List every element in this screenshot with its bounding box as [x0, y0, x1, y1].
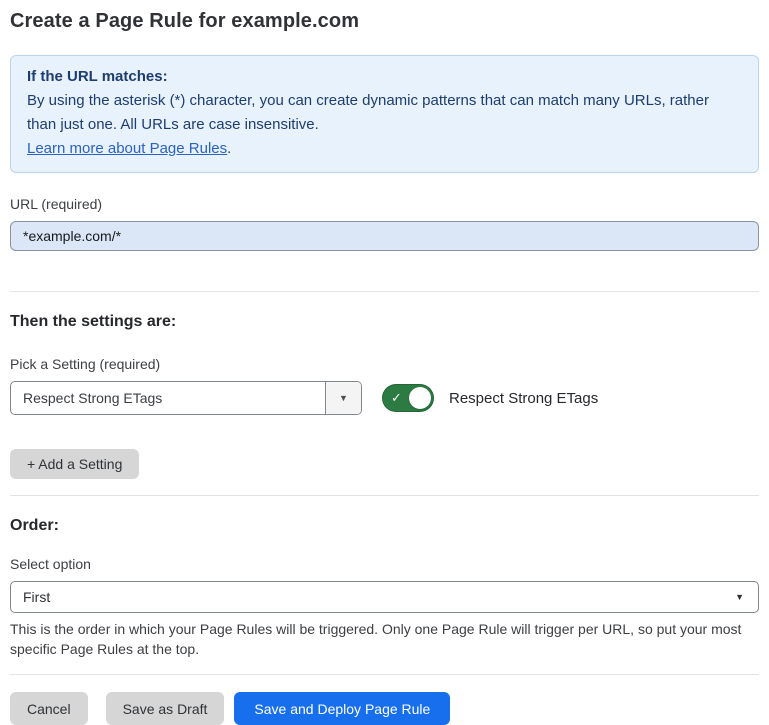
info-box-link-line: Learn more about Page Rules. [27, 137, 742, 161]
add-setting-button[interactable]: + Add a Setting [10, 449, 139, 479]
toggle-knob [409, 387, 431, 409]
learn-more-link[interactable]: Learn more about Page Rules [27, 140, 227, 157]
dropdown-arrow-icon[interactable]: ▼ [325, 382, 361, 414]
url-input[interactable] [10, 221, 759, 251]
info-box-body: By using the asterisk (*) character, you… [27, 89, 742, 137]
url-match-info-box: If the URL matches: By using the asteris… [10, 55, 759, 173]
info-box-heading: If the URL matches: [27, 65, 742, 89]
order-select[interactable]: First ▼ [10, 581, 759, 613]
footer-actions: Cancel Save as Draft Save and Deploy Pag… [10, 692, 759, 725]
pick-setting-label: Pick a Setting (required) [10, 356, 759, 373]
save-as-draft-button[interactable]: Save as Draft [106, 692, 225, 725]
check-icon: ✓ [391, 391, 402, 404]
url-label: URL (required) [10, 196, 759, 213]
link-period: . [227, 140, 231, 157]
save-and-deploy-button[interactable]: Save and Deploy Page Rule [234, 692, 450, 725]
order-help-text: This is the order in which your Page Rul… [10, 619, 759, 659]
create-page-rule-form: Create a Page Rule for example.com If th… [0, 0, 769, 725]
divider [10, 674, 759, 675]
order-select-value: First [23, 589, 50, 605]
divider [10, 495, 759, 496]
cancel-button[interactable]: Cancel [10, 692, 88, 725]
order-select-label: Select option [10, 556, 759, 573]
page-title: Create a Page Rule for example.com [10, 10, 759, 33]
toggle-label: Respect Strong ETags [449, 390, 598, 407]
divider [10, 291, 759, 292]
setting-select-value: Respect Strong ETags [11, 382, 325, 414]
settings-section-heading: Then the settings are: [10, 312, 759, 332]
order-section-heading: Order: [10, 516, 759, 536]
chevron-down-icon: ▼ [735, 592, 744, 602]
etags-toggle[interactable]: ✓ [382, 384, 434, 412]
setting-row: Respect Strong ETags ▼ ✓ Respect Strong … [10, 381, 759, 415]
setting-select[interactable]: Respect Strong ETags ▼ [10, 381, 362, 415]
